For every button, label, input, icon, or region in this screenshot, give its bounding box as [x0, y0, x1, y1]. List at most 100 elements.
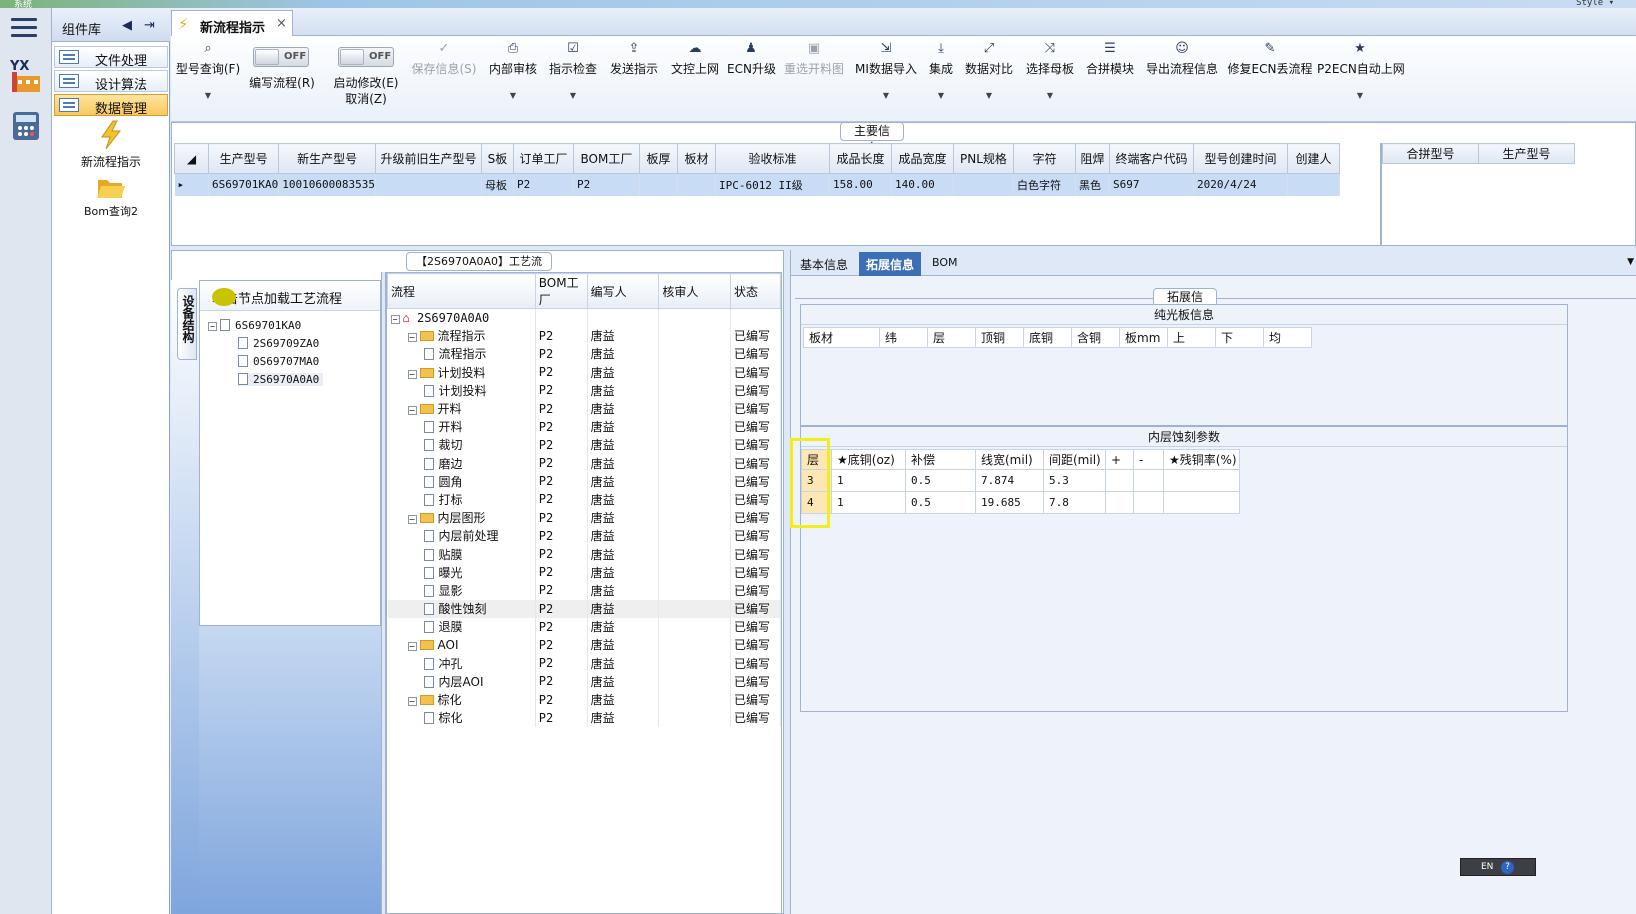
flow-name-cell[interactable]: 棕化: [387, 708, 536, 727]
flow-row[interactable]: 打标 P2 唐益 已编写: [387, 490, 781, 509]
flow-status-cell[interactable]: 已编写: [730, 435, 781, 454]
flow-writer-cell[interactable]: 唐益: [587, 526, 660, 545]
column-header[interactable]: 状态: [730, 273, 781, 309]
table-cell[interactable]: 0.5: [905, 491, 976, 514]
flow-reviewer-cell[interactable]: [658, 490, 732, 509]
table-cell[interactable]: [639, 173, 678, 196]
table-cell[interactable]: 5.3: [1043, 469, 1106, 492]
flow-reviewer-cell[interactable]: [658, 381, 732, 400]
table-cell[interactable]: [1105, 469, 1134, 492]
table-cell[interactable]: 7.874: [975, 469, 1044, 492]
p2ecn-auto-online-button[interactable]: ★ P2ECN自动上网 ▼: [1317, 36, 1405, 116]
flow-row[interactable]: 计划投料 P2 唐益 已编写: [387, 381, 781, 400]
flow-reviewer-cell[interactable]: [658, 654, 732, 673]
column-header[interactable]: 板材: [676, 143, 716, 174]
table-cell[interactable]: [677, 173, 716, 196]
flow-row[interactable]: 显影 P2 唐益 已编写: [387, 581, 781, 600]
column-header[interactable]: 生产型号: [1478, 143, 1575, 164]
flow-name-cell[interactable]: − 计划投料: [387, 363, 536, 382]
column-header[interactable]: 编写人: [586, 273, 660, 309]
table-cell[interactable]: 母板: [481, 173, 514, 196]
flow-reviewer-cell[interactable]: [658, 635, 732, 655]
new-flow-instruction-link[interactable]: 新流程指示: [52, 120, 170, 170]
collapse-icon[interactable]: −: [390, 314, 400, 324]
table-cell[interactable]: 19.685: [975, 491, 1044, 514]
cancel-label[interactable]: 取消(Z): [329, 90, 403, 107]
flow-name-cell[interactable]: 显影: [387, 581, 536, 600]
column-header[interactable]: 型号创建时间: [1192, 143, 1288, 174]
flow-name-cell[interactable]: 内层前处理: [387, 526, 536, 545]
flow-writer-cell[interactable]: 唐益: [587, 381, 660, 400]
flow-root-row[interactable]: − ⌂ 2S6970A0A0: [387, 308, 781, 327]
flow-writer-cell[interactable]: 唐益: [587, 344, 660, 364]
flow-reviewer-cell[interactable]: [658, 581, 732, 600]
table-cell[interactable]: 6S69701KA0: [208, 173, 280, 196]
flow-reviewer-cell[interactable]: [658, 599, 732, 618]
flow-row[interactable]: 酸性蚀刻 P2 唐益 已编写: [387, 599, 781, 618]
flow-row[interactable]: 棕化 P2 唐益 已编写: [387, 708, 781, 727]
column-header[interactable]: 线宽(mil): [975, 449, 1044, 470]
flow-row[interactable]: 圆角 P2 唐益 已编写: [387, 472, 781, 491]
flow-row[interactable]: 贴膜 P2 唐益 已编写: [387, 544, 781, 564]
column-header[interactable]: 含铜: [1071, 327, 1120, 348]
flow-reviewer-cell[interactable]: [658, 672, 732, 691]
reselect-cutting-drawing-button[interactable]: ▣ 重选开料图: [781, 36, 847, 116]
equipment-structure-tab[interactable]: 设备结构: [177, 288, 197, 360]
column-header[interactable]: PNL规格: [952, 143, 1014, 174]
lib-item-file-processing[interactable]: 文件处理: [54, 46, 168, 69]
flow-writer-cell[interactable]: 唐益: [587, 363, 660, 382]
flow-status-cell[interactable]: 已编写: [730, 344, 781, 364]
tab-bom[interactable]: BOM: [925, 252, 965, 276]
dropdown-arrow-icon[interactable]: ▼: [485, 91, 541, 100]
collapse-left-icon[interactable]: ◀: [122, 18, 132, 33]
flow-status-cell[interactable]: 已编写: [730, 472, 781, 491]
column-header[interactable]: 底铜: [1023, 327, 1072, 348]
flow-reviewer-cell[interactable]: [658, 344, 732, 364]
flow-bom-cell[interactable]: P2: [535, 344, 588, 364]
column-header[interactable]: 流程: [387, 273, 536, 309]
flow-reviewer-cell[interactable]: [658, 508, 732, 527]
dropdown-arrow-icon[interactable]: ▼: [1023, 91, 1077, 100]
flow-bom-cell[interactable]: P2: [535, 526, 588, 545]
column-header[interactable]: +: [1105, 449, 1134, 470]
flow-row[interactable]: 内层AOI P2 唐益 已编写: [387, 672, 781, 691]
flow-name-cell[interactable]: − 棕化: [387, 690, 536, 709]
select-mother-board-button[interactable]: ⤨ 选择母板 ▼: [1023, 36, 1077, 116]
flow-name-cell[interactable]: 磨边: [387, 454, 536, 473]
flow-name-cell[interactable]: 裁切: [387, 435, 536, 454]
flow-name-cell[interactable]: 开料: [387, 417, 536, 436]
flow-writer-cell[interactable]: 唐益: [587, 435, 660, 454]
flow-status-cell[interactable]: 已编写: [730, 417, 781, 436]
flow-writer-cell[interactable]: 唐益: [587, 690, 660, 709]
send-instruction-button[interactable]: ⇪ 发送指示: [605, 36, 663, 116]
flow-bom-cell[interactable]: P2: [535, 599, 588, 618]
flow-bom-cell[interactable]: P2: [535, 381, 588, 400]
flow-status-cell[interactable]: 已编写: [730, 581, 781, 600]
close-icon[interactable]: ×: [276, 16, 287, 31]
flow-name-cell[interactable]: 贴膜: [387, 544, 536, 564]
tab-list-arrow-icon[interactable]: ▼: [1627, 257, 1634, 267]
column-header[interactable]: 核审人: [658, 273, 732, 309]
flow-reviewer-cell[interactable]: [658, 526, 732, 545]
table-cell[interactable]: [1287, 173, 1340, 196]
internal-review-button[interactable]: ⎙ 内部审核 ▼: [485, 36, 541, 116]
flow-root-cell[interactable]: − ⌂ 2S6970A0A0: [387, 308, 536, 327]
flow-writer-cell[interactable]: 唐益: [587, 417, 660, 436]
flow-row[interactable]: 流程指示 P2 唐益 已编写: [387, 344, 781, 364]
column-header[interactable]: 生产型号: [207, 143, 280, 174]
flow-bom-cell[interactable]: P2: [535, 654, 588, 673]
column-header[interactable]: 上: [1167, 327, 1216, 348]
column-header[interactable]: BOM工厂: [534, 273, 588, 309]
tree-node[interactable]: 2S69709ZA0: [238, 337, 319, 350]
tree-root-node[interactable]: − 6S69701KA0: [208, 319, 301, 332]
flow-bom-cell[interactable]: P2: [535, 617, 588, 636]
dropdown-arrow-icon[interactable]: ▼: [545, 91, 601, 100]
dropdown-arrow-icon[interactable]: ▼: [1317, 91, 1403, 100]
flow-status-cell[interactable]: 已编写: [730, 635, 781, 655]
model-query-button[interactable]: ⌕ 型号查询(F) ▼: [173, 36, 243, 116]
write-flow-toggle[interactable]: OFF: [253, 47, 309, 67]
flow-reviewer-cell[interactable]: [658, 708, 732, 727]
flow-row[interactable]: 内层前处理 P2 唐益 已编写: [387, 526, 781, 545]
flow-status-cell[interactable]: 已编写: [730, 326, 781, 345]
flow-name-cell[interactable]: − 流程指示: [387, 326, 536, 345]
